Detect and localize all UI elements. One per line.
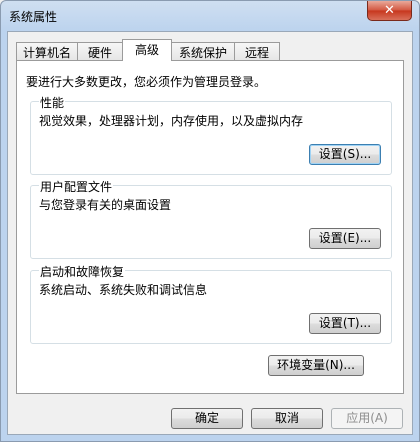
title-bar[interactable]: 系统属性 ✕ [1, 1, 419, 31]
performance-desc: 视觉效果，处理器计划，内存使用，以及虚拟内存 [39, 114, 304, 128]
startup-recovery-settings-button[interactable]: 设置(T)... [309, 313, 381, 334]
apply-button[interactable]: 应用(A) [331, 408, 403, 429]
performance-settings-button[interactable]: 设置(S)... [309, 144, 381, 165]
tab-computer-name[interactable]: 计算机名 [16, 42, 78, 60]
tab-hardware[interactable]: 硬件 [77, 42, 123, 60]
dialog-client-area: 计算机名 硬件 高级 系统保护 远程 要进行大多数更改，您必须作为管理员登录。 … [7, 31, 413, 435]
environment-variables-button[interactable]: 环境变量(N)... [268, 355, 364, 376]
cancel-button[interactable]: 取消 [251, 408, 323, 429]
ok-button[interactable]: 确定 [171, 408, 243, 429]
tab-system-protection[interactable]: 系统保护 [171, 42, 235, 60]
startup-recovery-desc: 系统启动、系统失败和调试信息 [39, 283, 208, 297]
performance-title: 性能 [39, 94, 66, 111]
admin-notice: 要进行大多数更改，您必须作为管理员登录。 [26, 75, 267, 89]
tab-remote[interactable]: 远程 [234, 42, 280, 60]
user-profiles-group: 用户配置文件 与您登录有关的桌面设置 设置(E)... [30, 178, 392, 259]
user-profiles-title: 用户配置文件 [39, 178, 114, 195]
performance-group: 性能 视觉效果，处理器计划，内存使用，以及虚拟内存 设置(S)... [30, 94, 392, 175]
user-profiles-settings-button[interactable]: 设置(E)... [309, 228, 381, 249]
startup-recovery-group: 启动和故障恢复 系统启动、系统失败和调试信息 设置(T)... [30, 263, 392, 344]
close-button[interactable]: ✕ [367, 1, 412, 21]
startup-recovery-title: 启动和故障恢复 [39, 263, 126, 280]
user-profiles-desc: 与您登录有关的桌面设置 [39, 198, 172, 212]
system-properties-window: 系统属性 ✕ 计算机名 硬件 高级 系统保护 远程 要进行大多数更改，您必须作为… [0, 0, 420, 442]
tab-advanced[interactable]: 高级 [122, 39, 172, 61]
close-icon: ✕ [384, 3, 395, 18]
window-title: 系统属性 [9, 10, 58, 24]
